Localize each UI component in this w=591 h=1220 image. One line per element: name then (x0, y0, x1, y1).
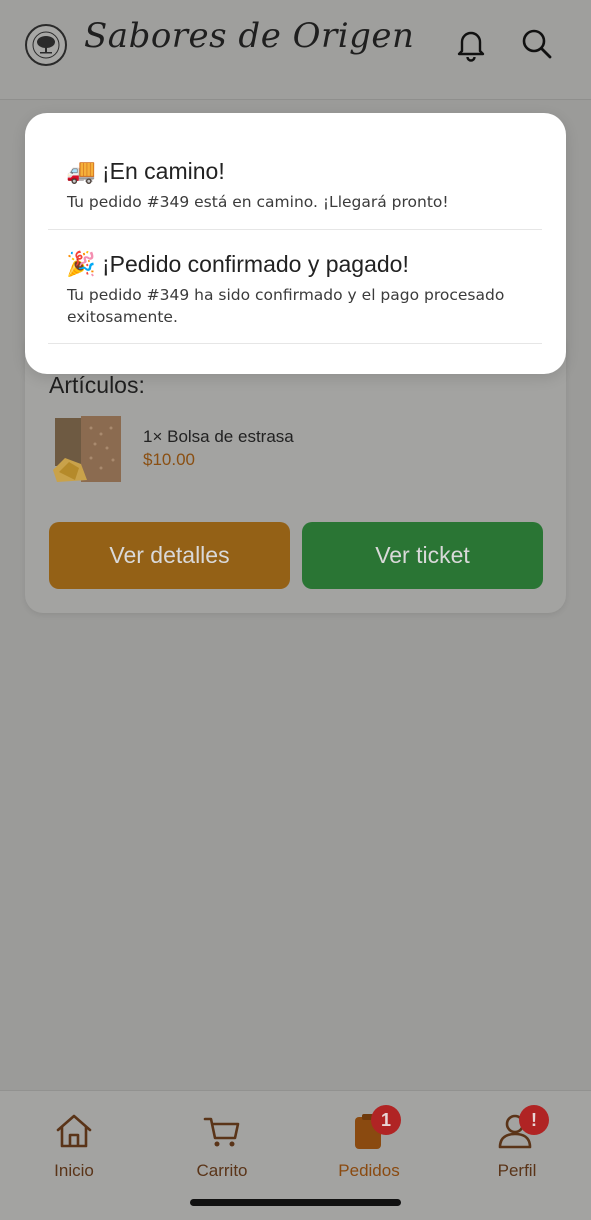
items-title: Artículos: (49, 372, 145, 398)
notification-body: Tu pedido #349 está en camino. ¡Llegará … (67, 193, 449, 211)
brand-title: Sabores de Origen (84, 16, 415, 56)
app-header: Sabores de Origen (0, 0, 591, 100)
nav-label: Perfil (497, 1161, 537, 1180)
notification-item[interactable]: 🎉 ¡Pedido confirmado y pagado! Tu pedido… (48, 230, 542, 344)
profile-alert-badge: ! (519, 1105, 549, 1135)
view-details-button[interactable]: Ver detalles (49, 522, 290, 589)
home-indicator (190, 1199, 401, 1206)
nav-item-perfil[interactable]: ! Perfil (457, 1105, 577, 1181)
delivery-truck-icon: 🚚 (66, 157, 96, 185)
nav-item-inicio[interactable]: Inicio (14, 1111, 134, 1181)
item-name: 1× Bolsa de estrasa (143, 427, 294, 446)
product-image (51, 414, 123, 484)
nav-label: Pedidos (338, 1161, 400, 1180)
view-ticket-button[interactable]: Ver ticket (302, 522, 543, 589)
orders-icon: 1 (349, 1105, 401, 1151)
notification-title: ¡En camino! (102, 157, 225, 184)
notification-item[interactable]: 🚚 ¡En camino! Tu pedido #349 está en cam… (48, 153, 542, 230)
nav-item-pedidos[interactable]: 1 Pedidos (309, 1105, 429, 1181)
search-icon[interactable] (520, 26, 554, 62)
home-icon (54, 1111, 94, 1151)
notifications-panel: 🚚 ¡En camino! Tu pedido #349 está en cam… (25, 113, 566, 374)
notification-body: Tu pedido #349 ha sido confirmado y el p… (67, 286, 505, 326)
nav-label: Carrito (196, 1161, 248, 1180)
notification-title: ¡Pedido confirmado y pagado! (102, 250, 409, 277)
nav-label: Inicio (54, 1161, 94, 1180)
tree-logo-icon[interactable] (25, 24, 67, 66)
item-price: $10.00 (143, 450, 195, 469)
orders-badge: 1 (371, 1105, 401, 1135)
profile-icon: ! (497, 1105, 549, 1151)
cart-icon (202, 1111, 242, 1151)
party-popper-icon: 🎉 (66, 250, 96, 278)
nav-item-carrito[interactable]: Carrito (162, 1111, 282, 1181)
bell-icon[interactable] (454, 26, 488, 62)
